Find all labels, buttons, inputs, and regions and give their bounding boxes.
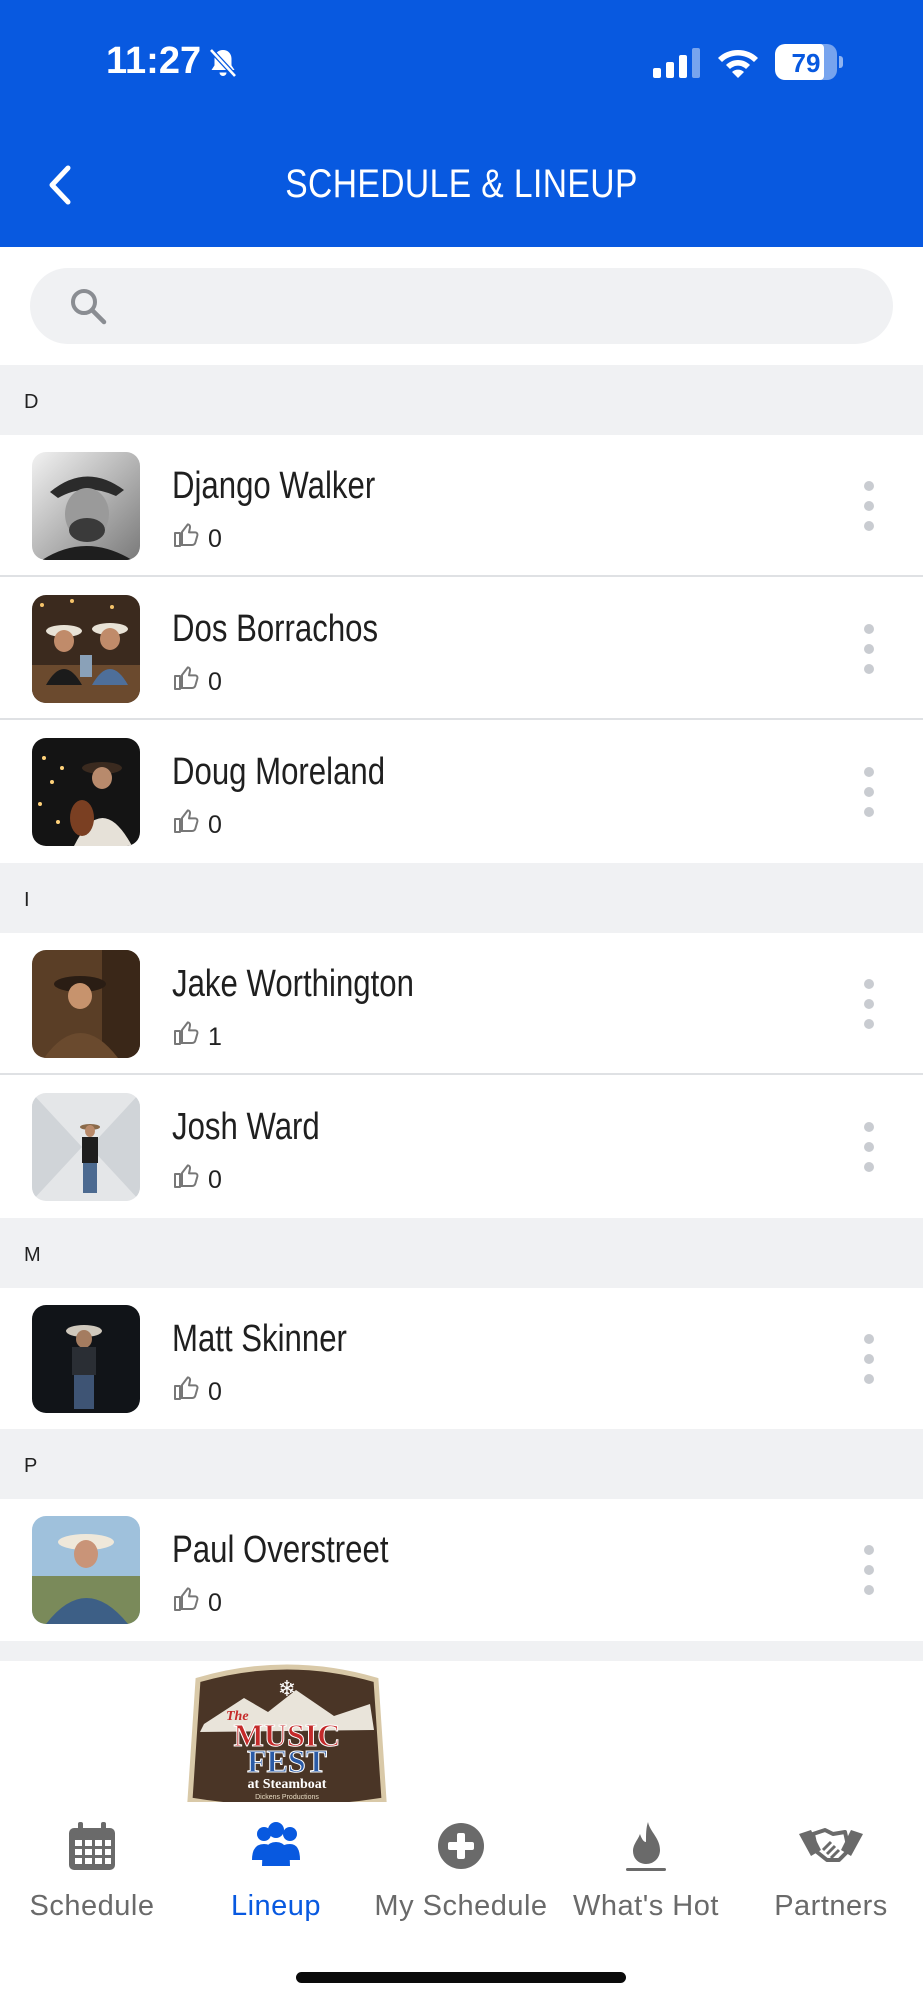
- home-indicator: [296, 1972, 626, 1983]
- artist-name: Dos Borrachos: [172, 608, 379, 650]
- artist-name: Django Walker: [172, 465, 376, 507]
- like-count: 0: [208, 1166, 222, 1194]
- thumbs-up-icon[interactable]: [172, 1374, 200, 1402]
- like-count: 0: [208, 1378, 222, 1406]
- artist-photo: [32, 1305, 140, 1413]
- battery-percent: 79: [791, 48, 821, 78]
- list-end-spacer: [0, 1641, 923, 1661]
- section-letter: P: [24, 1455, 38, 1477]
- tab-label: My Schedule: [374, 1890, 548, 1922]
- section-letter: M: [24, 1244, 41, 1266]
- section-header: I: [0, 863, 923, 933]
- artist-row[interactable]: Matt Skinner 0: [0, 1288, 923, 1430]
- section-header: P: [0, 1429, 923, 1499]
- like-count: 0: [208, 811, 222, 839]
- flame-icon: [626, 1822, 666, 1871]
- artist-name: Doug Moreland: [172, 751, 386, 793]
- search-icon: [71, 289, 107, 325]
- artist-photo: [32, 595, 140, 703]
- thumbs-up-icon[interactable]: [172, 807, 200, 835]
- section-header: D: [0, 365, 923, 435]
- calendar-icon: [69, 1822, 115, 1870]
- more-options-icon[interactable]: [862, 1122, 876, 1174]
- like-count: 0: [208, 525, 222, 553]
- plus-circle-icon: [438, 1823, 484, 1869]
- tab-label: Partners: [774, 1890, 888, 1922]
- tab-lineup[interactable]: Lineup: [184, 1820, 368, 1940]
- artist-photo: [32, 1516, 140, 1624]
- artist-row[interactable]: Josh Ward 0: [0, 1076, 923, 1218]
- artist-name: Jake Worthington: [172, 963, 414, 1005]
- artist-row[interactable]: Dos Borrachos 0: [0, 578, 923, 720]
- thumbs-up-icon[interactable]: [172, 664, 200, 692]
- cellular-signal-icon: [653, 48, 700, 78]
- tab-schedule[interactable]: Schedule: [0, 1820, 184, 1940]
- group-icon: [252, 1822, 300, 1866]
- like-count: 0: [208, 1589, 222, 1617]
- thumbs-up-icon[interactable]: [172, 521, 200, 549]
- artist-name: Matt Skinner: [172, 1318, 347, 1360]
- more-options-icon[interactable]: [862, 1545, 876, 1597]
- artist-row[interactable]: Paul Overstreet 0: [0, 1499, 923, 1641]
- more-options-icon[interactable]: [862, 624, 876, 676]
- artist-name: Josh Ward: [172, 1106, 320, 1148]
- tab-partners[interactable]: Partners: [739, 1820, 923, 1940]
- app-header: 11:27 79 SCHEDULE & LINEUP: [0, 0, 923, 247]
- more-options-icon[interactable]: [862, 481, 876, 533]
- svg-text:❄: ❄: [278, 1677, 296, 1702]
- more-options-icon[interactable]: [862, 767, 876, 819]
- logo-line5: Dickens Productions: [255, 1794, 319, 1801]
- like-count: 0: [208, 668, 222, 696]
- artist-photo: [32, 1093, 140, 1201]
- like-count: 1: [208, 1023, 222, 1051]
- artist-name: Paul Overstreet: [172, 1529, 389, 1571]
- search-bar[interactable]: [30, 268, 893, 344]
- search-input[interactable]: [126, 268, 866, 344]
- tab-my-schedule[interactable]: My Schedule: [369, 1820, 553, 1940]
- tab-whats-hot[interactable]: What's Hot: [554, 1820, 738, 1940]
- page-title: SCHEDULE & LINEUP: [285, 162, 638, 206]
- section-header: M: [0, 1218, 923, 1288]
- tab-label: What's Hot: [573, 1890, 719, 1922]
- handshake-icon: [799, 1828, 863, 1862]
- thumbs-up-icon[interactable]: [172, 1019, 200, 1047]
- music-fest-logo: ❄ The MUSIC FEST at Steamboat Dickens Pr…: [187, 1664, 387, 1810]
- artist-row[interactable]: Django Walker 0: [0, 435, 923, 577]
- battery-indicator: 79: [775, 44, 843, 80]
- artist-photo: [32, 452, 140, 560]
- artist-row[interactable]: Doug Moreland 0: [0, 721, 923, 863]
- artist-row[interactable]: Jake Worthington 1: [0, 933, 923, 1075]
- tab-label: Schedule: [29, 1890, 155, 1922]
- more-options-icon[interactable]: [862, 1334, 876, 1386]
- more-options-icon[interactable]: [862, 979, 876, 1031]
- section-letter: D: [24, 391, 39, 413]
- tab-label: Lineup: [230, 1890, 322, 1922]
- section-letter: I: [24, 889, 30, 911]
- thumbs-up-icon[interactable]: [172, 1162, 200, 1190]
- bottom-tab-bar: Schedule Lineup My Schedule What's Hot P…: [0, 1802, 923, 2000]
- thumbs-up-icon[interactable]: [172, 1585, 200, 1613]
- bell-muted-icon: [209, 48, 237, 78]
- wifi-icon: [718, 50, 758, 78]
- logo-line4: at Steamboat: [248, 1777, 327, 1792]
- logo-line3: FEST: [247, 1743, 327, 1779]
- artist-photo: [32, 950, 140, 1058]
- status-time: 11:27: [106, 40, 202, 82]
- artist-photo: [32, 738, 140, 846]
